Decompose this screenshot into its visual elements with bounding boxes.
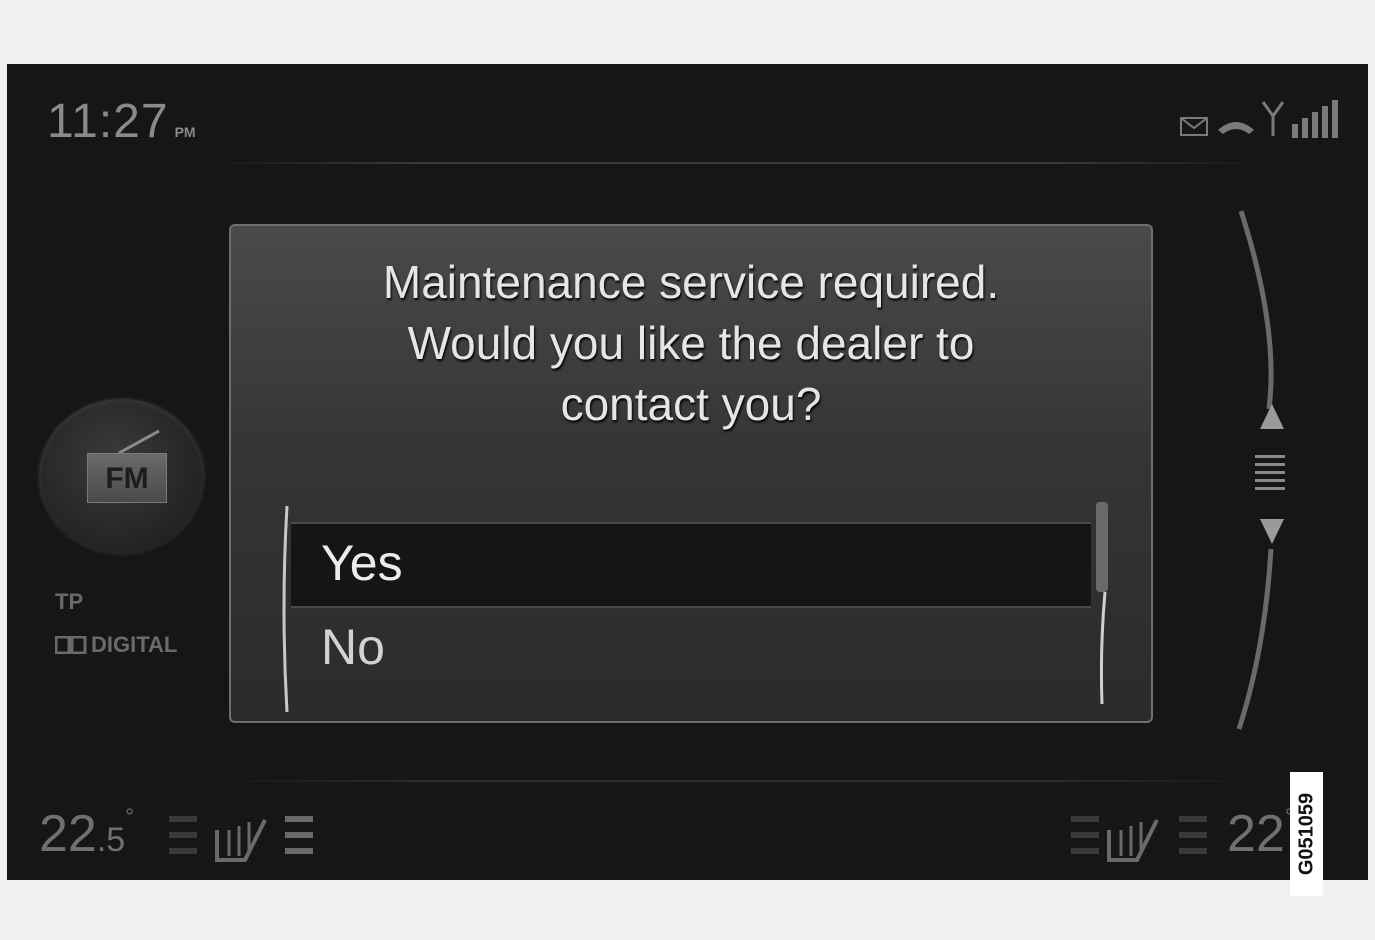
left-temp-integer: 22 — [39, 805, 97, 863]
dialog-message-line: Maintenance service required. — [382, 256, 1000, 308]
option-no[interactable]: No — [291, 606, 1091, 690]
infotainment-screen: 11:27 PM FM TP DIGITAL Maintenance servi… — [7, 64, 1368, 880]
right-temperature: 22° — [1227, 804, 1294, 864]
left-temp-unit: ° — [125, 804, 135, 829]
image-code-text: G051059 — [1295, 792, 1317, 876]
phone-icon — [1218, 122, 1254, 134]
list-bracket-left — [282, 505, 289, 713]
digital-label: DIGITAL — [91, 632, 178, 657]
status-icons — [1180, 100, 1340, 138]
scroll-up-arrow-icon — [1260, 404, 1284, 429]
maintenance-dialog: Maintenance service required. Would you … — [229, 224, 1153, 723]
message-icon — [1180, 117, 1208, 136]
option-list: Yes No — [279, 502, 1119, 713]
clock: 11:27 PM — [47, 94, 196, 149]
option-yes-label: Yes — [321, 535, 403, 591]
status-divider — [207, 162, 1267, 164]
fm-band-badge: FM — [87, 453, 167, 503]
clock-time: 11:27 — [47, 95, 169, 148]
left-temp-decimal: .5 — [96, 821, 126, 859]
clock-ampm: PM — [174, 124, 196, 140]
scroll-thumb-line — [1255, 455, 1285, 458]
left-temperature: 22.5° — [39, 804, 134, 864]
dolby-icon — [55, 636, 87, 654]
list-scrollbar[interactable] — [1091, 498, 1113, 708]
bottom-divider — [207, 780, 1267, 782]
scroll-down-arrow-icon — [1260, 519, 1284, 544]
option-no-label: No — [321, 619, 385, 675]
image-code-label: G051059 — [1290, 772, 1323, 896]
dialog-message: Maintenance service required. Would you … — [251, 252, 1131, 435]
signal-bars-icon — [1292, 100, 1338, 138]
side-scroll-indicator[interactable] — [1227, 209, 1287, 739]
seat-heater-right-icon[interactable] — [1069, 806, 1219, 866]
digital-indicator: DIGITAL — [55, 632, 177, 658]
antenna-icon — [1262, 101, 1284, 136]
radio-antenna-icon — [118, 429, 160, 455]
dialog-message-line: Would you like the dealer to — [407, 317, 975, 369]
seat-heater-left-icon[interactable] — [167, 806, 317, 866]
dialog-message-line: contact you? — [560, 378, 822, 430]
tp-indicator: TP — [55, 589, 84, 614]
option-yes[interactable]: Yes — [291, 522, 1091, 608]
right-temp-integer: 22 — [1227, 805, 1285, 863]
